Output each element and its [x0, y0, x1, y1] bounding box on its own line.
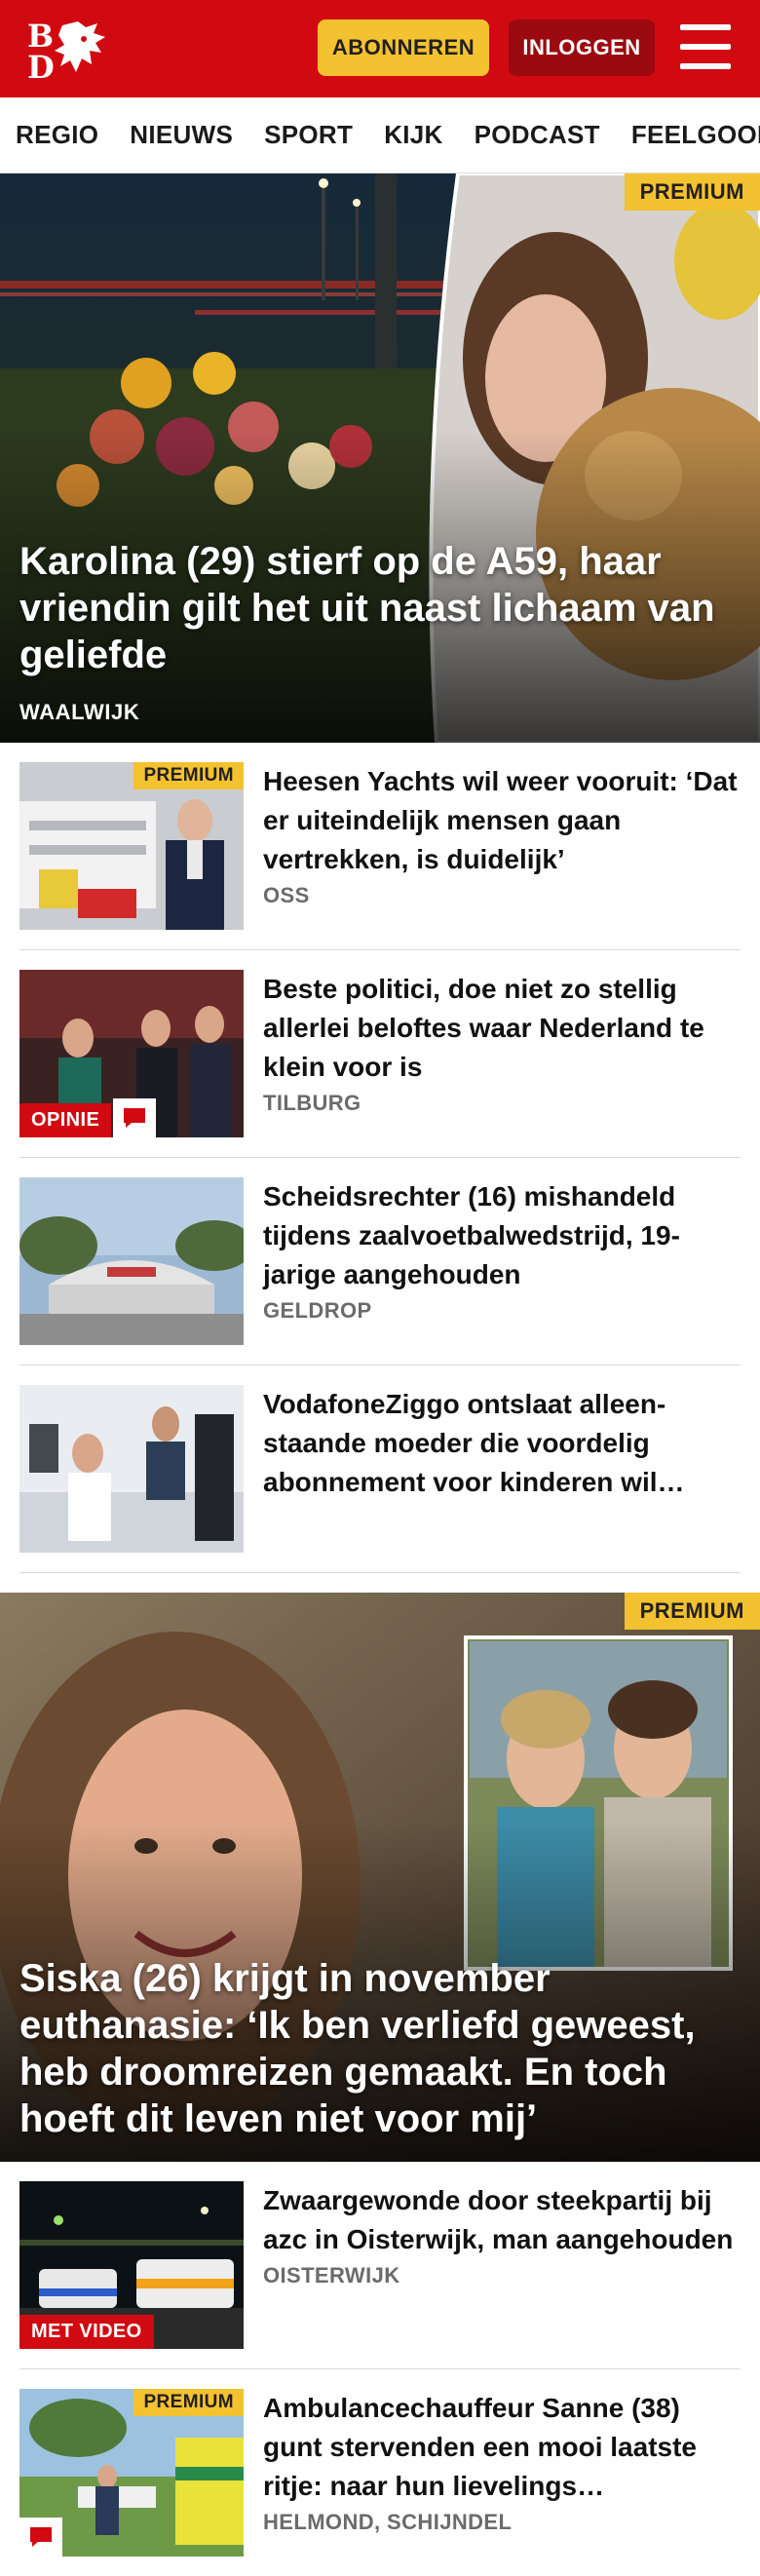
nav-item-sport[interactable]: SPORT — [264, 120, 353, 150]
article-thumbnail — [19, 1177, 244, 1345]
opinion-label: OPINIE — [19, 1103, 112, 1137]
article-title[interactable]: Zwaargewonde door steekpartij bij azc in… — [263, 2181, 741, 2259]
article-thumbnail: OPINIE — [19, 970, 244, 1137]
list-item[interactable]: PREMIUM Heesen Yachts wil weer vooruit: … — [19, 743, 741, 950]
svg-text:D: D — [27, 49, 55, 80]
list-item[interactable]: PREMIUM Ambulancechauffeur Sanne (38) gu… — [19, 2369, 741, 2576]
subscribe-button[interactable]: ABONNEREN — [318, 19, 489, 76]
article-list-2: MET VIDEO Zwaargewonde door steekpartij … — [0, 2162, 760, 2576]
article-region: OISTERWIJK — [263, 2263, 400, 2288]
hero-title[interactable]: Siska (26) krijgt in november euthanasie… — [19, 1955, 741, 2142]
article-title[interactable]: Beste politici, doe niet zo stellig alle… — [263, 970, 741, 1087]
list-item[interactable]: VodafoneZiggo ontslaat alleen-staande mo… — [19, 1365, 741, 1573]
list-item[interactable]: MET VIDEO Zwaargewonde door steekpartij … — [19, 2162, 741, 2369]
nav-item-kijk[interactable]: KIJK — [384, 120, 442, 150]
section-nav: REGIO NIEUWS SPORT KIJK PODCAST FEELGOOD… — [0, 97, 760, 173]
login-button[interactable]: INLOGGEN — [509, 19, 655, 76]
article-title[interactable]: Ambulancechauffeur Sanne (38) gunt sterv… — [263, 2389, 741, 2506]
video-label: MET VIDEO — [19, 2315, 154, 2349]
nav-item-nieuws[interactable]: NIEUWS — [130, 120, 233, 150]
hero-article[interactable]: PREMIUM Karolina (29) stierf op de A59, … — [0, 173, 760, 743]
article-region: HELMOND, SCHIJNDEL — [263, 2510, 513, 2534]
article-thumbnail: PREMIUM — [19, 2389, 244, 2557]
article-region: OSS — [263, 883, 310, 907]
nav-item-feelgood[interactable]: FEELGOOD — [631, 120, 760, 150]
article-region: GELDROP — [263, 1298, 372, 1323]
article-title[interactable]: VodafoneZiggo ontslaat alleen-staande mo… — [263, 1385, 741, 1502]
hero-region: WAALWIJK — [19, 700, 140, 724]
nav-item-podcast[interactable]: PODCAST — [475, 120, 600, 150]
article-title[interactable]: Scheidsrechter (16) mishandeld tijdens z… — [263, 1177, 741, 1294]
article-title[interactable]: Heesen Yachts wil weer vooruit: ‘Dat er … — [263, 762, 741, 879]
premium-badge: PREMIUM — [624, 173, 760, 211]
article-region: TILBURG — [263, 1091, 361, 1115]
premium-badge: PREMIUM — [624, 1593, 760, 1630]
hero-article-2[interactable]: PREMIUM Siska (26) krijgt in november eu… — [0, 1593, 760, 2162]
nav-item-regio[interactable]: REGIO — [16, 120, 98, 150]
article-thumbnail — [19, 1385, 244, 1553]
premium-badge: PREMIUM — [133, 762, 244, 789]
list-item[interactable]: Scheidsrechter (16) mishandeld tijdens z… — [19, 1158, 741, 1365]
hero-title[interactable]: Karolina (29) stierf op de A59, haar vri… — [19, 538, 741, 678]
article-thumbnail: MET VIDEO — [19, 2181, 244, 2349]
hamburger-menu-icon[interactable] — [680, 24, 731, 69]
article-list: PREMIUM Heesen Yachts wil weer vooruit: … — [0, 743, 760, 1573]
article-thumbnail: PREMIUM — [19, 762, 244, 930]
bd-logo[interactable]: B D — [27, 18, 115, 86]
premium-badge: PREMIUM — [133, 2389, 244, 2416]
list-item[interactable]: OPINIE Beste politici, doe niet zo stell… — [19, 950, 741, 1158]
comment-icon — [113, 1098, 156, 1137]
comment-icon — [19, 2518, 62, 2557]
site-header: B D ABONNEREN INLOGGEN — [0, 0, 760, 97]
